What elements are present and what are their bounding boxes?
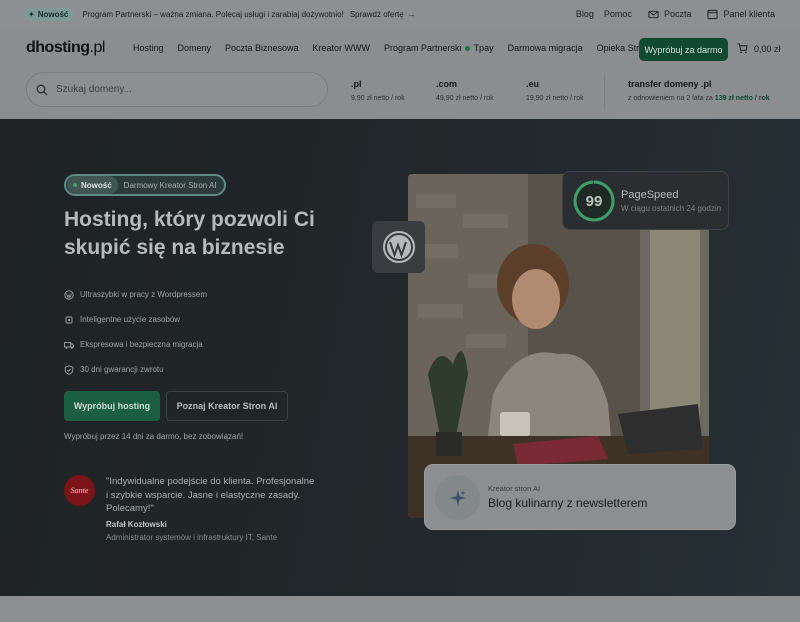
promo-cta-label: Sprawdź ofertę <box>349 9 404 19</box>
nav-free-migration[interactable]: Darmowa migracja <box>508 43 583 53</box>
chip-icon <box>65 316 73 323</box>
nav-partner-label: Program Partnerski <box>384 43 462 53</box>
nav-business-mail[interactable]: Poczta Biznesowa <box>225 43 299 53</box>
green-dot-icon <box>73 183 77 187</box>
trial-note: Wypróbuj przez 14 dni za darmo, bez zobo… <box>64 432 244 441</box>
transfer-price-line: z odnowieniem na 2 lata za 139 zł netto … <box>628 95 770 102</box>
pagespeed-card: 99 PageSpeed W ciągu ostatnich 24 godzin <box>562 171 729 230</box>
feature-text: 30 dni gwarancji zwrotu <box>80 365 164 374</box>
feature-item: 30 dni gwarancji zwrotu <box>64 357 207 382</box>
pill-new-label: Nowość <box>81 180 112 190</box>
wordpress-tile <box>372 221 425 273</box>
cart-value: 0,00 zł <box>754 43 781 54</box>
feature-item: Inteligentne użycie zasobów <box>64 307 207 332</box>
tld-pl[interactable]: .pl 9,90 zł netto / rok <box>351 79 405 102</box>
tld-name: .com <box>436 79 458 89</box>
search-icon <box>36 84 48 95</box>
nav-tpay[interactable]: Tpay <box>474 43 494 53</box>
feature-text: Ekspresowa i bezpieczna migracja <box>80 340 203 349</box>
tld-price: 9,90 zł netto / rok <box>351 95 405 102</box>
wordpress-logo-icon <box>382 231 415 263</box>
hero-headline: Hosting, który pozwoli Ci skupić się na … <box>64 208 315 259</box>
sparkle-icon <box>435 475 480 520</box>
sante-logo: Sante <box>64 475 95 506</box>
feature-text: Inteligentne użycie zasobów <box>80 315 181 324</box>
search-placeholder: Szukaj domeny... <box>56 84 132 95</box>
tld-eu[interactable]: .eu 19,90 zł netto / rok <box>526 79 584 102</box>
try-hosting-button[interactable]: Wypróbuj hosting <box>64 391 160 421</box>
feature-text: Ultraszybki w pracy z Wordpressem <box>80 290 207 299</box>
feature-item: Ekspresowa i bezpieczna migracja <box>64 332 207 357</box>
mail-label: Poczta <box>663 9 692 19</box>
promo-cta-link[interactable]: Sprawdź ofertę → <box>350 10 416 19</box>
pagespeed-subtitle: W ciągu ostatnich 24 godzin <box>621 204 722 213</box>
testimonial-author: Rafał Kozłowski <box>106 520 167 529</box>
feature-list: Ultraszybki w pracy z Wordpressem Inteli… <box>64 282 207 382</box>
ai-builder-pill[interactable]: Nowość Darmowy Kreator Stron AI <box>64 174 226 196</box>
testimonial-quote: "Indywidualne podejście do klienta. Prof… <box>106 476 315 514</box>
transfer-prefix: z odnowieniem na 2 lata za <box>628 95 713 102</box>
top-links: Blog Pomoc Poczta Panel klienta <box>576 9 775 20</box>
tld-com[interactable]: .com 49,90 zł netto / rok <box>436 79 494 102</box>
pill-new-badge: Nowość <box>67 176 118 194</box>
main-navigation: dhosting .pl Hosting Domeny Poczta Biznes… <box>0 28 800 68</box>
ai-builder-button[interactable]: Poznaj Kreator Stron AI <box>166 391 288 421</box>
promo-text: Program Partnerski – ważna zmiana. Polec… <box>82 9 344 19</box>
ai-card-label: Kreator stron AI <box>488 484 541 493</box>
next-section-edge <box>0 596 800 622</box>
new-badge-label: Nowość <box>37 9 69 19</box>
cart-button[interactable]: 0,00 zł <box>737 43 781 54</box>
sparkle-icon: ✦ <box>28 9 35 19</box>
help-link[interactable]: Pomoc <box>604 9 632 19</box>
domain-search-input[interactable]: Szukaj domeny... <box>26 72 328 107</box>
try-free-button[interactable]: Wypróbuj za darmo <box>639 38 728 61</box>
tld-name: .eu <box>526 79 540 89</box>
blog-link[interactable]: Blog <box>576 9 594 19</box>
transfer-price: 139 zł netto / rok <box>714 95 770 102</box>
tld-price: 19,90 zł netto / rok <box>526 95 584 102</box>
domain-search-row: Szukaj domeny... .pl 9,90 zł netto / rok… <box>0 68 800 119</box>
tld-transfer[interactable]: transfer domeny .pl z odnowieniem na 2 l… <box>628 79 770 102</box>
tld-price: 49,90 zł netto / rok <box>436 95 494 102</box>
ai-builder-card: Kreator stron AI Blog kulinarny z newsle… <box>424 464 736 530</box>
pagespeed-score: 99 <box>585 192 603 210</box>
new-badge: ✦ Nowość <box>24 7 75 21</box>
shield-check-icon <box>64 364 74 375</box>
panel-icon <box>707 9 718 19</box>
nav-domains[interactable]: Domeny <box>177 43 211 53</box>
dhosting-logo[interactable]: dhosting .pl <box>26 39 105 57</box>
pagespeed-title: PageSpeed <box>621 189 679 201</box>
nav-menu: Hosting Domeny Poczta Biznesowa Kreator … <box>133 43 663 53</box>
nav-hosting[interactable]: Hosting <box>133 43 164 53</box>
feature-item: Ultraszybki w pracy z Wordpressem <box>64 282 207 307</box>
nav-website-builder[interactable]: Kreator WWW <box>313 43 371 53</box>
transfer-name: transfer domeny .pl <box>628 79 712 89</box>
wordpress-icon <box>64 289 74 300</box>
tld-name: .pl <box>351 79 362 89</box>
ai-card-text: Blog kulinarny z newsletterem <box>488 496 648 510</box>
nav-partner-program[interactable]: Program Partnerski <box>384 43 470 53</box>
tld-divider <box>604 76 605 108</box>
pill-text: Darmowy Kreator Stron AI <box>123 180 217 190</box>
arrow-right-icon: → <box>407 9 416 19</box>
mail-icon <box>648 10 659 18</box>
client-panel-link[interactable]: Panel klienta <box>707 9 775 20</box>
client-panel-label: Panel klienta <box>723 9 775 19</box>
mail-link[interactable]: Poczta <box>648 9 692 20</box>
cart-icon <box>737 43 748 54</box>
truck-icon <box>64 341 74 349</box>
logo-text: dhosting <box>26 39 90 56</box>
testimonial-role: Administrator systemów i infrastruktury … <box>106 533 278 542</box>
logo-tld: .pl <box>89 39 106 56</box>
hero-section: Nowość Darmowy Kreator Stron AI Hosting,… <box>0 119 800 596</box>
announcement-bar: ✦ Nowość Program Partnerski – ważna zmia… <box>0 0 800 28</box>
new-dot-indicator <box>464 45 470 51</box>
